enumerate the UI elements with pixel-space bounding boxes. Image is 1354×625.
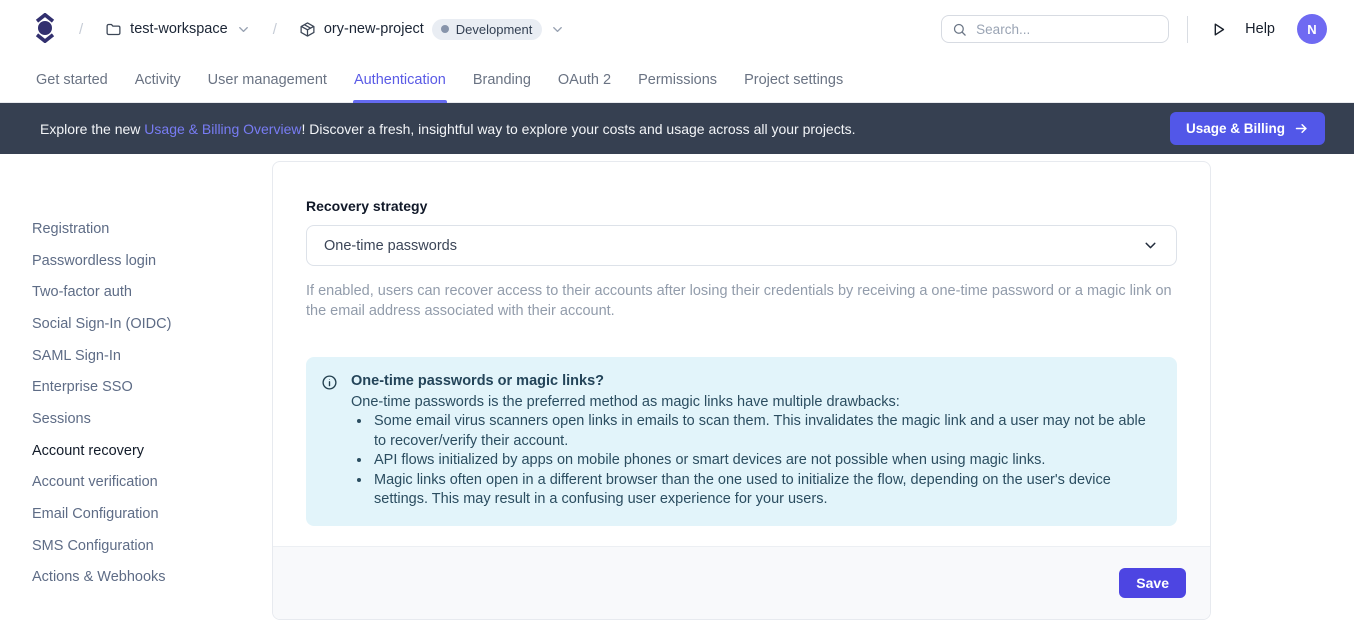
breadcrumb-separator: / [79, 21, 83, 38]
account-recovery-card: Recovery strategy One-time passwords If … [272, 161, 1211, 620]
search-icon [952, 22, 967, 37]
topbar-actions: Help N [941, 14, 1327, 44]
info-callout-bullet: API flows initialized by apps on mobile … [372, 451, 1160, 471]
tab-permissions[interactable]: Permissions [638, 58, 717, 102]
chevron-down-icon [1142, 237, 1159, 254]
help-button[interactable]: Help [1245, 21, 1275, 37]
search-box[interactable] [941, 15, 1169, 43]
ory-logo-icon[interactable] [33, 13, 57, 45]
sidebar-item-sms-configuration[interactable]: SMS Configuration [32, 530, 272, 562]
authentication-sidebar: Registration Passwordless login Two-fact… [0, 154, 272, 625]
search-input[interactable] [976, 22, 1158, 37]
info-callout-bullet: Some email virus scanners open links in … [372, 412, 1160, 451]
sidebar-item-email-configuration[interactable]: Email Configuration [32, 498, 272, 530]
banner-text: Explore the new Usage & Billing Overview… [40, 121, 856, 137]
folder-icon [105, 21, 122, 38]
sidebar-item-enterprise-sso[interactable]: Enterprise SSO [32, 371, 272, 403]
project-name: ory-new-project [324, 21, 424, 37]
topbar-divider [1187, 16, 1188, 43]
tab-authentication[interactable]: Authentication [354, 58, 446, 102]
info-callout-content: One-time passwords or magic links? One-t… [351, 372, 1160, 510]
tab-project-settings[interactable]: Project settings [744, 58, 843, 102]
info-callout-list: Some email virus scanners open links in … [351, 412, 1160, 510]
project-switcher[interactable]: ory-new-project Development [299, 19, 566, 40]
tab-activity[interactable]: Activity [135, 58, 181, 102]
environment-dot-icon [441, 25, 449, 33]
tab-branding[interactable]: Branding [473, 58, 531, 102]
info-callout-intro: One-time passwords is the preferred meth… [351, 393, 1160, 413]
recovery-strategy-description: If enabled, users can recover access to … [306, 281, 1177, 321]
usage-billing-banner: Explore the new Usage & Billing Overview… [0, 103, 1354, 154]
arrow-right-icon [1294, 121, 1309, 136]
info-icon [321, 374, 338, 510]
chevron-down-icon [550, 22, 565, 37]
recovery-strategy-label: Recovery strategy [306, 198, 1177, 214]
banner-text-after: ! Discover a fresh, insightful way to ex… [301, 121, 855, 137]
project-nav-tabs: Get started Activity User management Aut… [0, 58, 1354, 103]
breadcrumb-separator: / [273, 21, 277, 38]
workspace-switcher[interactable]: test-workspace [105, 21, 251, 38]
save-button[interactable]: Save [1119, 568, 1186, 598]
tab-get-started[interactable]: Get started [36, 58, 108, 102]
environment-badge: Development [432, 19, 543, 40]
sidebar-item-passwordless-login[interactable]: Passwordless login [32, 245, 272, 277]
tab-user-management[interactable]: User management [208, 58, 327, 102]
account-recovery-form: Recovery strategy One-time passwords If … [273, 162, 1210, 546]
sidebar-item-saml-sign-in[interactable]: SAML Sign-In [32, 340, 272, 372]
info-callout: One-time passwords or magic links? One-t… [306, 357, 1177, 526]
sidebar-item-sessions[interactable]: Sessions [32, 403, 272, 435]
usage-billing-button-label: Usage & Billing [1186, 121, 1285, 136]
play-icon [1210, 21, 1227, 38]
sidebar-item-account-verification[interactable]: Account verification [32, 467, 272, 499]
sidebar-item-account-recovery[interactable]: Account recovery [32, 435, 272, 467]
card-footer: Save [273, 546, 1210, 619]
tab-oauth2[interactable]: OAuth 2 [558, 58, 611, 102]
sidebar-item-two-factor-auth[interactable]: Two-factor auth [32, 276, 272, 308]
info-callout-bullet: Magic links often open in a different br… [372, 471, 1160, 510]
recovery-strategy-selected-value: One-time passwords [324, 238, 457, 254]
top-bar: / test-workspace / ory-new-project Devel… [0, 0, 1354, 58]
cube-icon [299, 21, 316, 38]
workspace-name: test-workspace [130, 21, 228, 37]
recovery-strategy-select[interactable]: One-time passwords [306, 225, 1177, 266]
sidebar-item-actions-webhooks[interactable]: Actions & Webhooks [32, 562, 272, 594]
page-body: Registration Passwordless login Two-fact… [0, 154, 1354, 625]
info-callout-title: One-time passwords or magic links? [351, 372, 1160, 392]
playground-button[interactable] [1206, 17, 1231, 42]
sidebar-item-social-sign-in[interactable]: Social Sign-In (OIDC) [32, 308, 272, 340]
usage-billing-button[interactable]: Usage & Billing [1170, 112, 1325, 145]
sidebar-item-registration[interactable]: Registration [32, 213, 272, 245]
chevron-down-icon [236, 22, 251, 37]
usage-billing-overview-link[interactable]: Usage & Billing Overview [144, 121, 301, 137]
banner-text-before: Explore the new [40, 121, 144, 137]
environment-label: Development [456, 22, 533, 37]
user-avatar[interactable]: N [1297, 14, 1327, 44]
